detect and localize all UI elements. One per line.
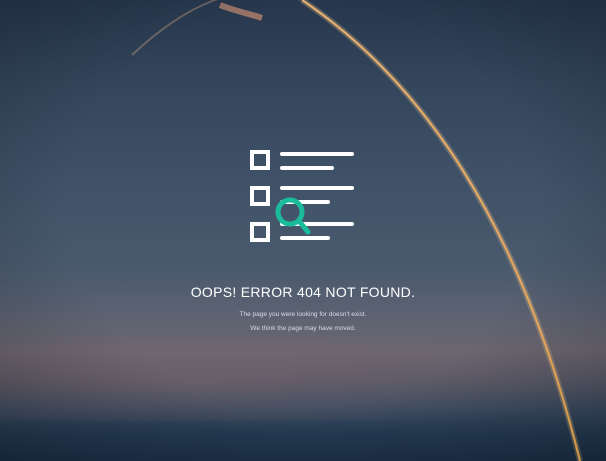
error-content: OOPS! ERROR 404 NOT FOUND. The page you … — [0, 148, 606, 336]
checklist-search-icon — [250, 150, 354, 242]
error-title: OOPS! ERROR 404 NOT FOUND. — [190, 284, 416, 300]
error-message-line-2: We think the page may have moved. — [250, 325, 356, 332]
error-message-line-1: The page you were looking for doesn't ex… — [239, 311, 367, 318]
error-page: OOPS! ERROR 404 NOT FOUND. The page you … — [0, 0, 606, 461]
